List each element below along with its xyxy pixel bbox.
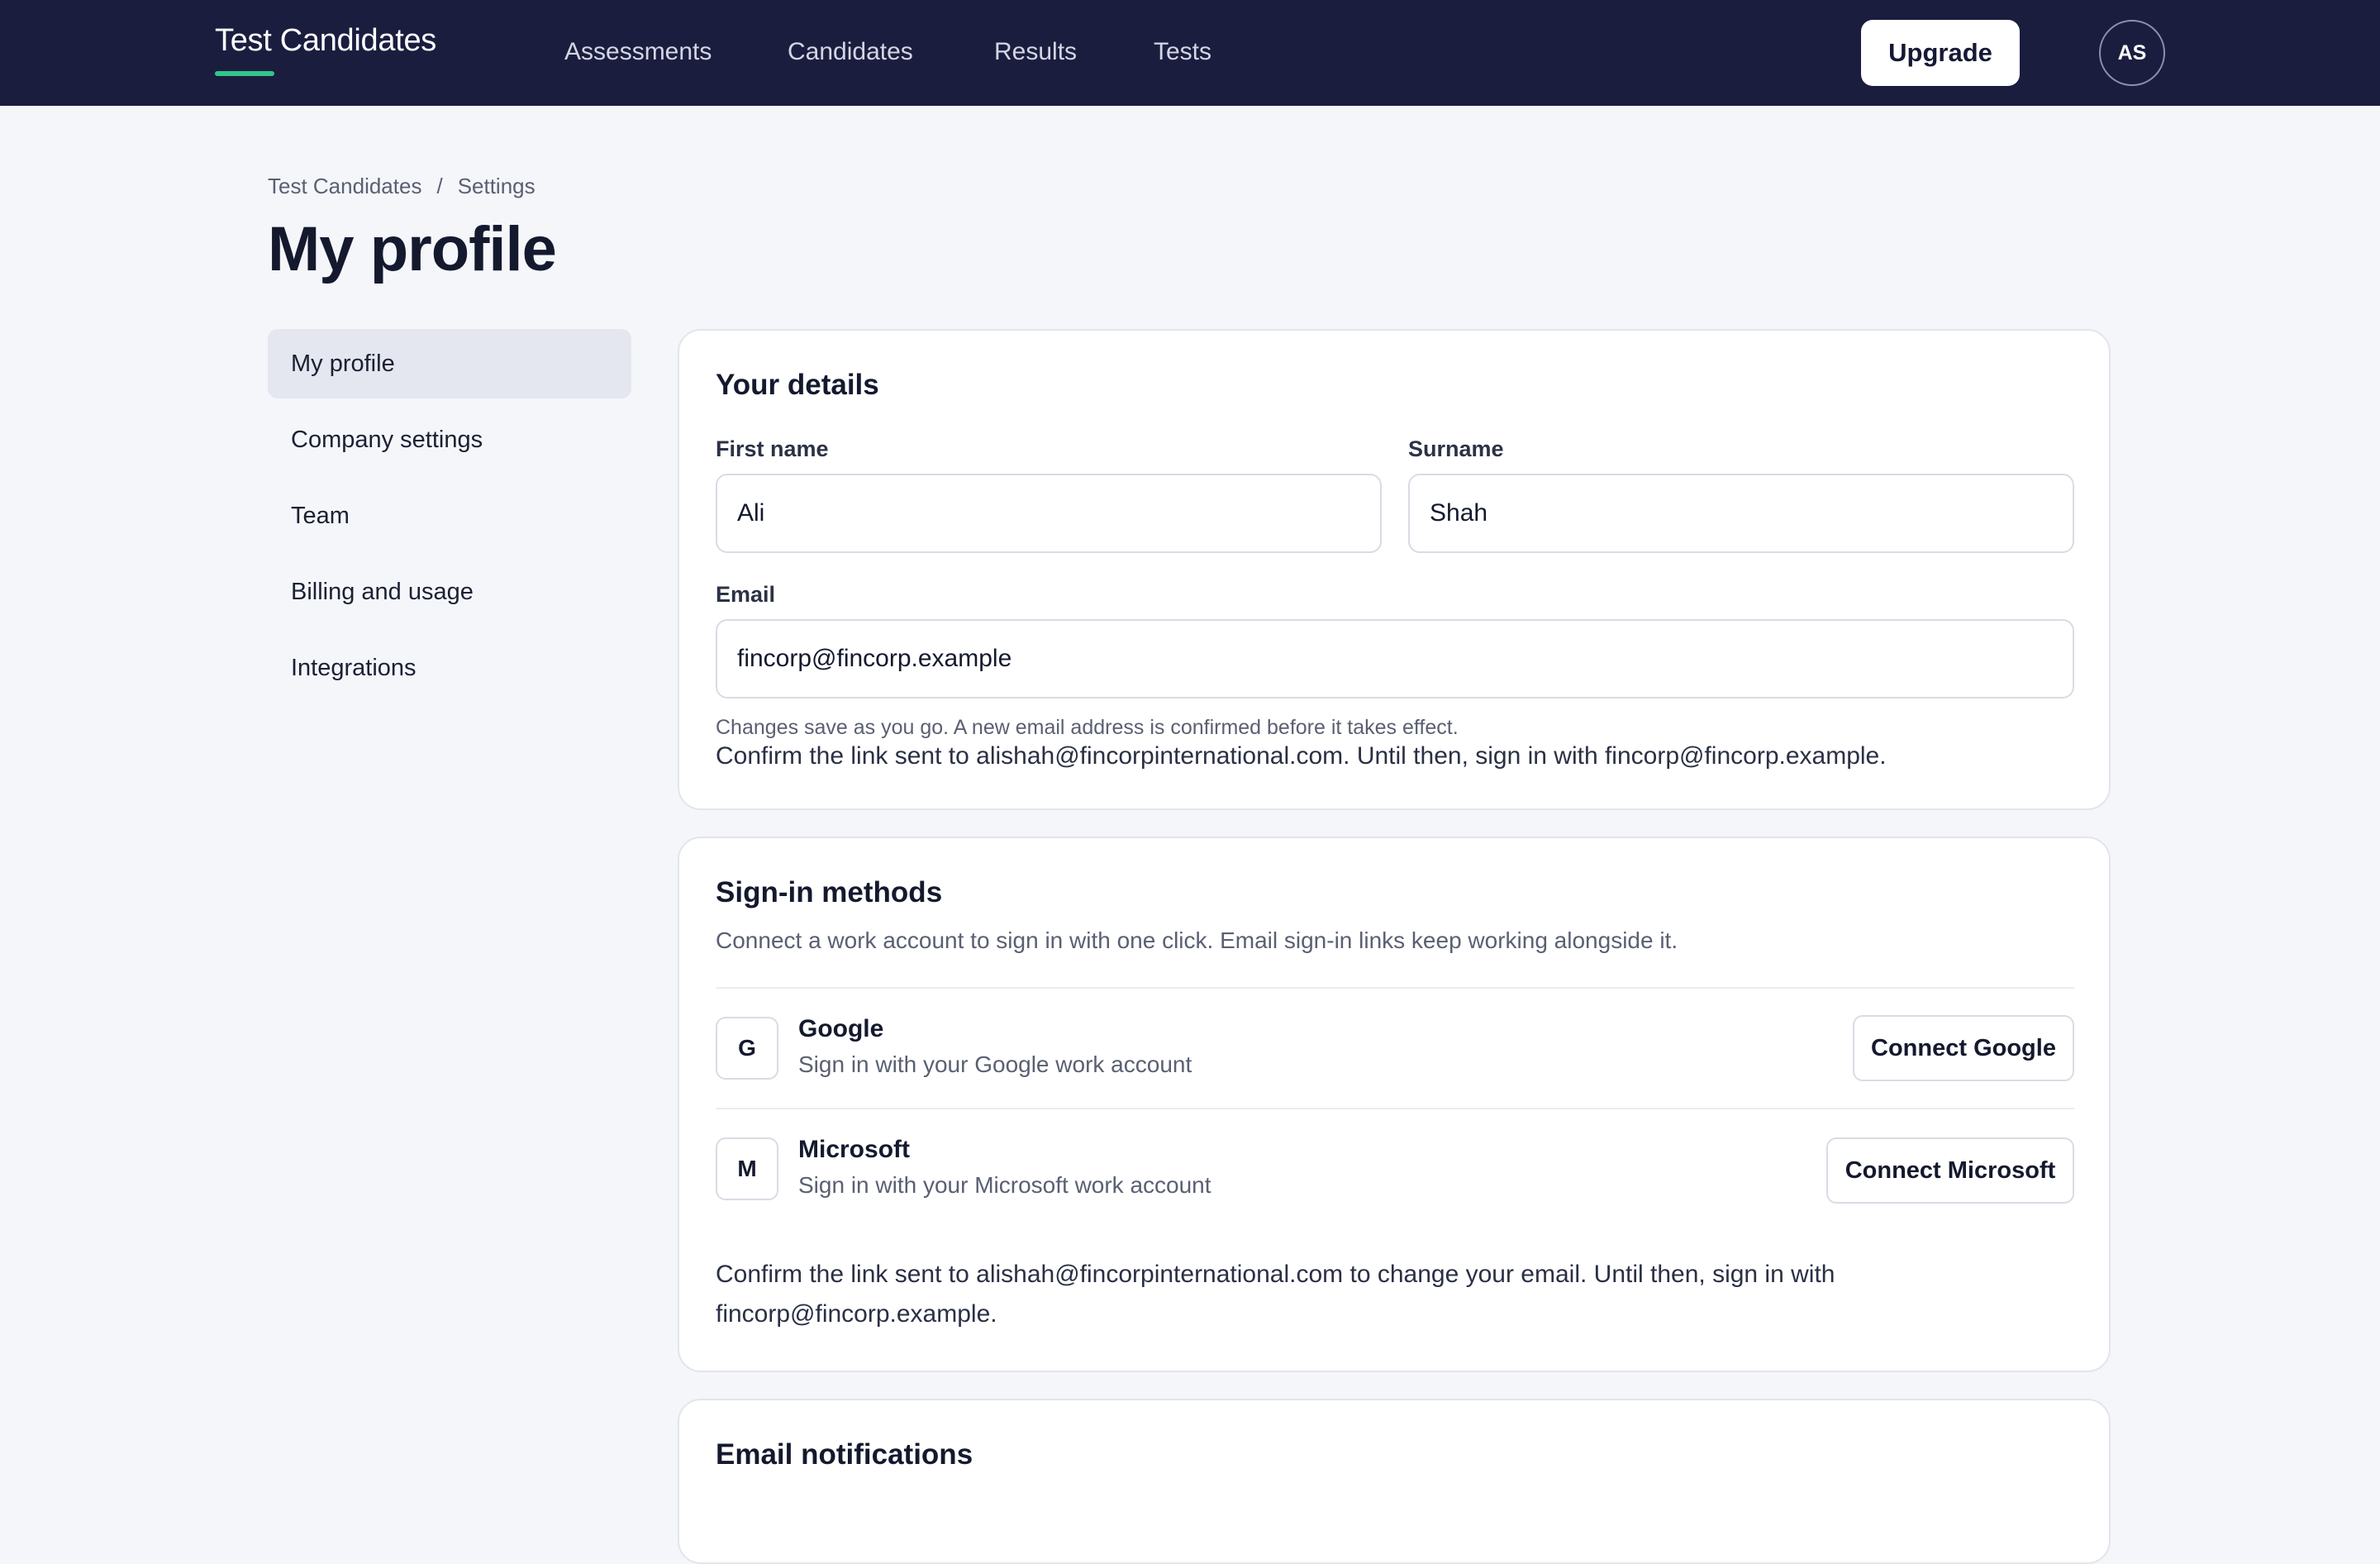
sidebar-item-integrations[interactable]: Integrations: [268, 633, 631, 703]
surname-label: Surname: [1408, 436, 1504, 461]
nav-tests[interactable]: Tests: [1154, 38, 1211, 66]
breadcrumb-current: Settings: [457, 174, 536, 198]
microsoft-provider-name: Microsoft: [798, 1136, 910, 1163]
breadcrumb-root[interactable]: Test Candidates: [268, 174, 421, 199]
email-pending-notice: Confirm the link sent to alishah@fincorp…: [716, 742, 1887, 770]
page-title: My profile: [268, 214, 557, 284]
settings-sidebar: My profile Company settings Team Billing…: [268, 329, 631, 709]
details-card-title: Your details: [716, 369, 879, 401]
email-notifications-card: Email notifications: [678, 1399, 2111, 1564]
brand-logo-text[interactable]: Test Candidates: [215, 23, 436, 59]
signin-card-subtitle: Connect a work account to sign in with o…: [716, 927, 1678, 953]
user-avatar[interactable]: AS: [2099, 20, 2165, 86]
nav-results[interactable]: Results: [994, 38, 1077, 66]
breadcrumb-separator: /: [436, 174, 443, 198]
nav-candidates[interactable]: Candidates: [788, 38, 913, 66]
top-nav-bar: Test Candidates Assessments Candidates R…: [0, 0, 2380, 106]
connect-microsoft-button[interactable]: Connect Microsoft: [1826, 1137, 2074, 1204]
sidebar-item-company-settings[interactable]: Company settings: [268, 405, 631, 474]
signin-methods-card: Sign-in methods Connect a work account t…: [678, 837, 2111, 1372]
google-icon: G: [716, 1017, 778, 1080]
email-label: Email: [716, 582, 776, 607]
microsoft-provider-desc: Sign in with your Microsoft work account: [798, 1172, 1211, 1198]
breadcrumb: Test Candidates / Settings: [268, 174, 536, 199]
sidebar-item-my-profile[interactable]: My profile: [268, 329, 631, 398]
first-name-input[interactable]: [716, 474, 1382, 553]
upgrade-button[interactable]: Upgrade: [1861, 20, 2020, 86]
email-input[interactable]: [716, 619, 2074, 699]
surname-input[interactable]: [1408, 474, 2074, 553]
details-card: Your details First name Surname Email Ch…: [678, 329, 2111, 810]
brand-underline: [215, 71, 274, 76]
sidebar-item-billing[interactable]: Billing and usage: [268, 557, 631, 627]
notifications-card-title: Email notifications: [716, 1438, 973, 1471]
sidebar-item-team[interactable]: Team: [268, 481, 631, 551]
details-help-text: Changes save as you go. A new email addr…: [716, 716, 1459, 739]
signin-email-notice: Confirm the link sent to alishah@fincorp…: [716, 1261, 1835, 1328]
microsoft-icon: M: [716, 1137, 778, 1200]
first-name-label: First name: [716, 436, 829, 461]
google-provider-name: Google: [798, 1015, 884, 1042]
signin-card-title: Sign-in methods: [716, 876, 943, 908]
connect-google-button[interactable]: Connect Google: [1853, 1015, 2074, 1081]
divider: [716, 987, 2074, 989]
google-provider-desc: Sign in with your Google work account: [798, 1051, 1192, 1077]
divider: [716, 1108, 2074, 1109]
nav-assessments[interactable]: Assessments: [564, 38, 712, 66]
